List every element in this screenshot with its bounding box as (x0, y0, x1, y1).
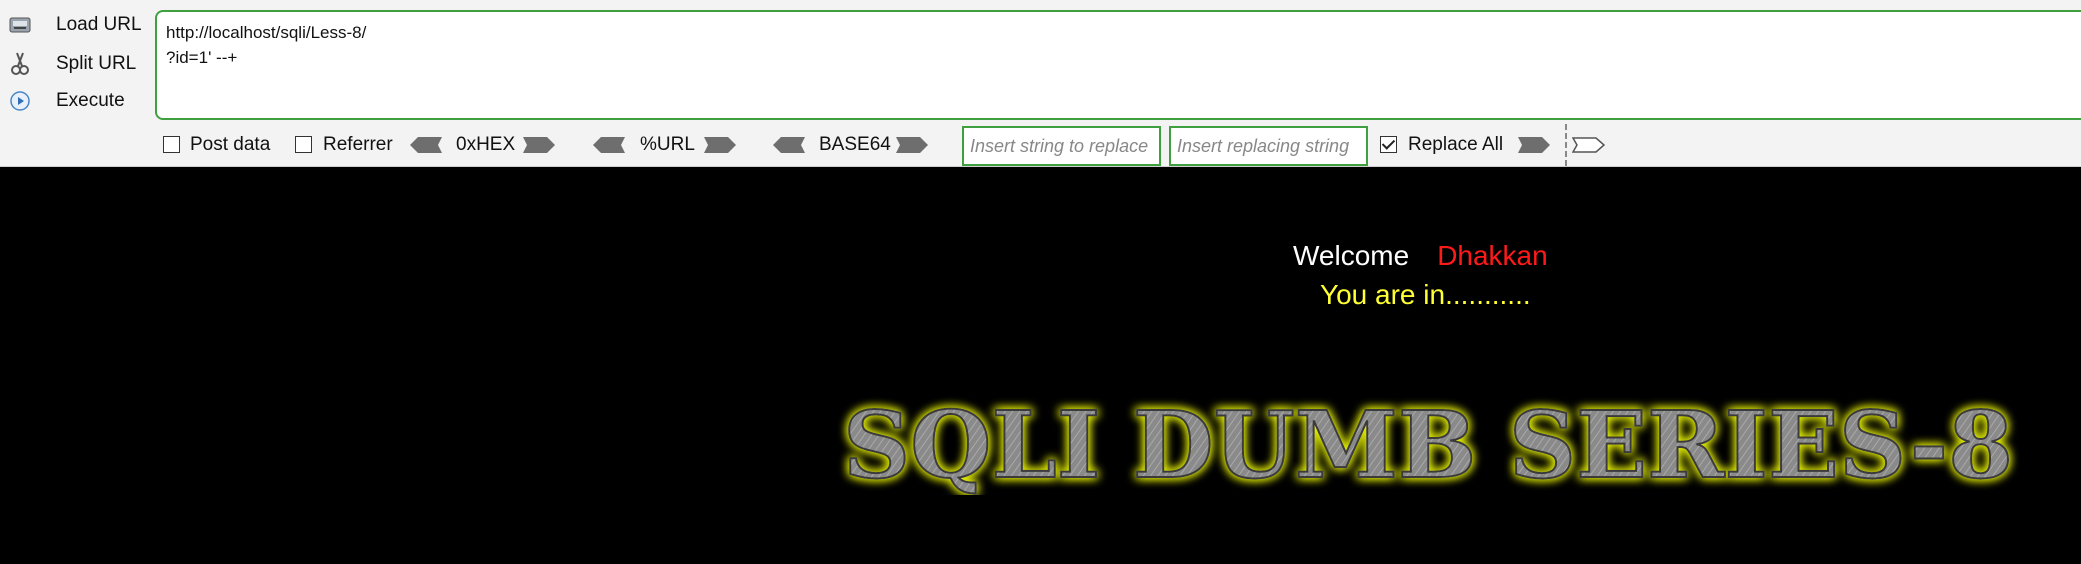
welcome-text: Welcome (1293, 240, 1410, 271)
more-options-arrow-icon[interactable] (1572, 135, 1606, 155)
url-textarea[interactable]: http://localhost/sqli/Less-8/ ?id=1' --+ (155, 10, 2081, 120)
username: Dhakkan (1437, 240, 1548, 271)
welcome-message: Welcome Dhakkan (1293, 240, 1548, 272)
replace-to-input[interactable]: Insert replacing string (1169, 126, 1368, 166)
play-icon (6, 87, 34, 115)
hackbar-actions: Load URL Split URL Execute (0, 0, 150, 125)
replace-execute-arrow-icon[interactable] (1518, 135, 1552, 155)
hackbar-panel: Load URL Split URL Execute http://localh… (0, 0, 2081, 167)
url-decode-arrow-icon[interactable] (591, 135, 625, 155)
post-data-checkbox[interactable] (163, 136, 180, 153)
hex-label: 0xHEX (456, 134, 516, 155)
split-url-label: Split URL (56, 53, 137, 74)
execute-label: Execute (56, 90, 125, 111)
url-encode-label: %URL (640, 134, 695, 155)
hackbar-toolbar: Post data Referrer 0xHEX %URL BASE64 Ins… (0, 124, 2081, 166)
load-url-icon (6, 11, 34, 39)
execute-button[interactable]: Execute (4, 84, 144, 118)
hex-encode-arrow-icon[interactable] (523, 135, 557, 155)
hex-decode-arrow-icon[interactable] (408, 135, 442, 155)
base64-encode-arrow-icon[interactable] (896, 135, 930, 155)
base64-label: BASE64 (819, 134, 891, 155)
sqli-dumb-series-banner: SQLI DUMB SERIES-8 (842, 395, 2014, 495)
login-status-text: You are in........... (1320, 279, 1531, 310)
url-encode-arrow-icon[interactable] (704, 135, 738, 155)
scissors-icon (6, 50, 34, 78)
post-data-label: Post data (190, 134, 271, 155)
replace-from-input[interactable]: Insert string to replace (962, 126, 1161, 166)
banner-text: SQLI DUMB SERIES-8 (843, 395, 2013, 495)
base64-decode-arrow-icon[interactable] (771, 135, 805, 155)
referrer-label: Referrer (323, 134, 393, 155)
replace-all-checkbox[interactable] (1380, 136, 1397, 153)
referrer-checkbox[interactable] (295, 136, 312, 153)
load-url-label: Load URL (56, 14, 142, 35)
split-url-button[interactable]: Split URL (4, 47, 144, 81)
replace-all-label: Replace All (1408, 134, 1504, 155)
load-url-button[interactable]: Load URL (4, 8, 144, 42)
toolbar-separator (1565, 124, 1567, 166)
